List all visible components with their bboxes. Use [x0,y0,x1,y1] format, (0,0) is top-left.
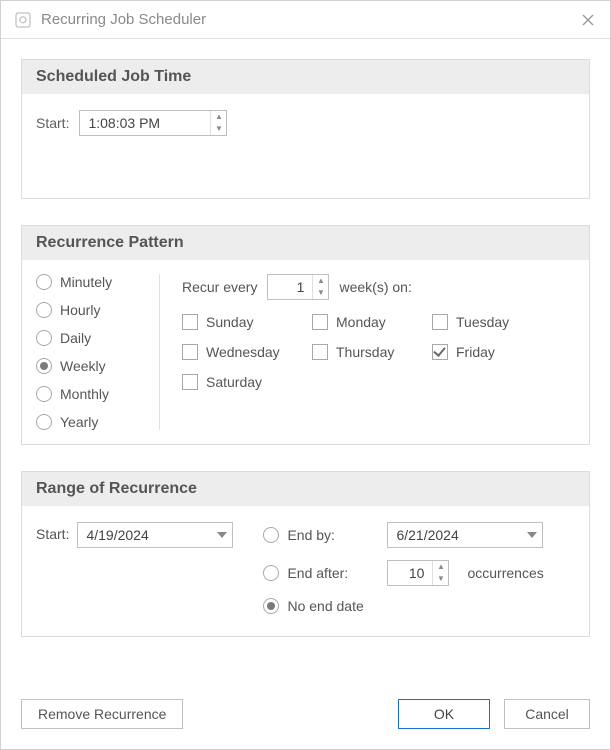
checkbox-friday[interactable]: Friday [432,344,542,360]
radio-icon [263,565,279,581]
radio-no-end-date[interactable]: No end date [263,598,373,614]
radio-icon [36,414,52,430]
recurrence-detail: Recur every ▲ ▼ week(s) on: [160,274,575,430]
checkbox-icon [312,314,328,330]
end-after-field[interactable] [388,561,432,585]
radio-label: Yearly [60,414,98,430]
occurrences-label: occurrences [467,565,543,581]
start-time-spinner[interactable]: ▲ ▼ [210,111,226,135]
recur-every-field[interactable] [268,275,312,299]
recurrence-type-list: Minutely Hourly Daily Weekly [36,274,160,430]
spinner-down-icon[interactable]: ▼ [211,123,226,135]
start-time-input[interactable]: ▲ ▼ [79,110,227,136]
range-start-date-field[interactable] [78,523,212,547]
checkbox-sunday[interactable]: Sunday [182,314,312,330]
window-title: Recurring Job Scheduler [41,11,578,28]
checkbox-monday[interactable]: Monday [312,314,432,330]
checkbox-label: Monday [336,314,386,330]
section-range: Range of Recurrence Start: [21,471,590,637]
cancel-button[interactable]: Cancel [504,699,590,729]
dialog-footer: Remove Recurrence OK Cancel [21,699,590,729]
radio-label: Hourly [60,302,100,318]
checkbox-label: Thursday [336,344,394,360]
radio-label: No end date [287,598,363,614]
checkbox-thursday[interactable]: Thursday [312,344,432,360]
radio-label: Monthly [60,386,109,402]
start-time-label: Start: [36,115,69,131]
checkbox-icon [182,314,198,330]
start-time-field[interactable] [80,111,210,135]
section-header-recurrence-pattern: Recurrence Pattern [22,226,589,260]
end-after-spinner[interactable]: ▲ ▼ [432,561,448,585]
radio-end-by[interactable]: End by: [263,527,373,543]
ok-button[interactable]: OK [398,699,490,729]
radio-monthly[interactable]: Monthly [36,386,153,402]
checkbox-tuesday[interactable]: Tuesday [432,314,542,330]
checkbox-label: Wednesday [206,344,280,360]
checkbox-icon [312,344,328,360]
dialog-window: Recurring Job Scheduler Scheduled Job Ti… [0,0,611,750]
close-icon [581,13,595,27]
radio-icon [36,274,52,290]
radio-hourly[interactable]: Hourly [36,302,153,318]
checkbox-label: Sunday [206,314,253,330]
radio-icon [263,598,279,614]
titlebar: Recurring Job Scheduler [1,1,610,39]
recur-every-input[interactable]: ▲ ▼ [267,274,329,300]
dropdown-icon[interactable] [212,523,232,547]
radio-label: Minutely [60,274,112,290]
section-header-range: Range of Recurrence [22,472,589,506]
end-by-date-field[interactable] [388,523,522,547]
end-after-input[interactable]: ▲ ▼ [387,560,449,586]
checkbox-icon [182,344,198,360]
checkbox-saturday[interactable]: Saturday [182,374,312,390]
checkbox-icon [432,314,448,330]
checkbox-wednesday[interactable]: Wednesday [182,344,312,360]
checkbox-label: Tuesday [456,314,509,330]
dropdown-icon[interactable] [522,523,542,547]
spinner-up-icon[interactable]: ▲ [313,275,328,287]
recur-every-suffix: week(s) on: [339,279,411,295]
radio-label: End after: [287,565,348,581]
radio-icon [36,330,52,346]
checkbox-label: Friday [456,344,495,360]
radio-label: Weekly [60,358,106,374]
radio-icon [36,386,52,402]
spinner-up-icon[interactable]: ▲ [211,111,226,123]
recurrence-icon [15,12,31,28]
section-scheduled-time: Scheduled Job Time Start: ▲ ▼ [21,59,590,199]
checkbox-label: Saturday [206,374,262,390]
radio-icon [36,358,52,374]
radio-label: End by: [287,527,334,543]
radio-daily[interactable]: Daily [36,330,153,346]
remove-recurrence-button[interactable]: Remove Recurrence [21,699,183,729]
section-recurrence-pattern: Recurrence Pattern Minutely Hourly Daily [21,225,590,445]
radio-icon [263,527,279,543]
end-by-date-input[interactable] [387,522,543,548]
close-button[interactable] [578,10,598,30]
radio-icon [36,302,52,318]
section-header-scheduled-time: Scheduled Job Time [22,60,589,94]
radio-yearly[interactable]: Yearly [36,414,153,430]
spinner-down-icon[interactable]: ▼ [313,287,328,299]
checkbox-icon [182,374,198,390]
radio-weekly[interactable]: Weekly [36,358,153,374]
radio-minutely[interactable]: Minutely [36,274,153,290]
recur-every-prefix: Recur every [182,279,257,295]
radio-end-after[interactable]: End after: [263,565,373,581]
range-start-date-input[interactable] [77,522,233,548]
recur-every-spinner[interactable]: ▲ ▼ [312,275,328,299]
range-start-label: Start: [36,522,69,542]
radio-label: Daily [60,330,91,346]
spinner-down-icon[interactable]: ▼ [433,573,448,585]
checkbox-icon [432,344,448,360]
spinner-up-icon[interactable]: ▲ [433,561,448,573]
